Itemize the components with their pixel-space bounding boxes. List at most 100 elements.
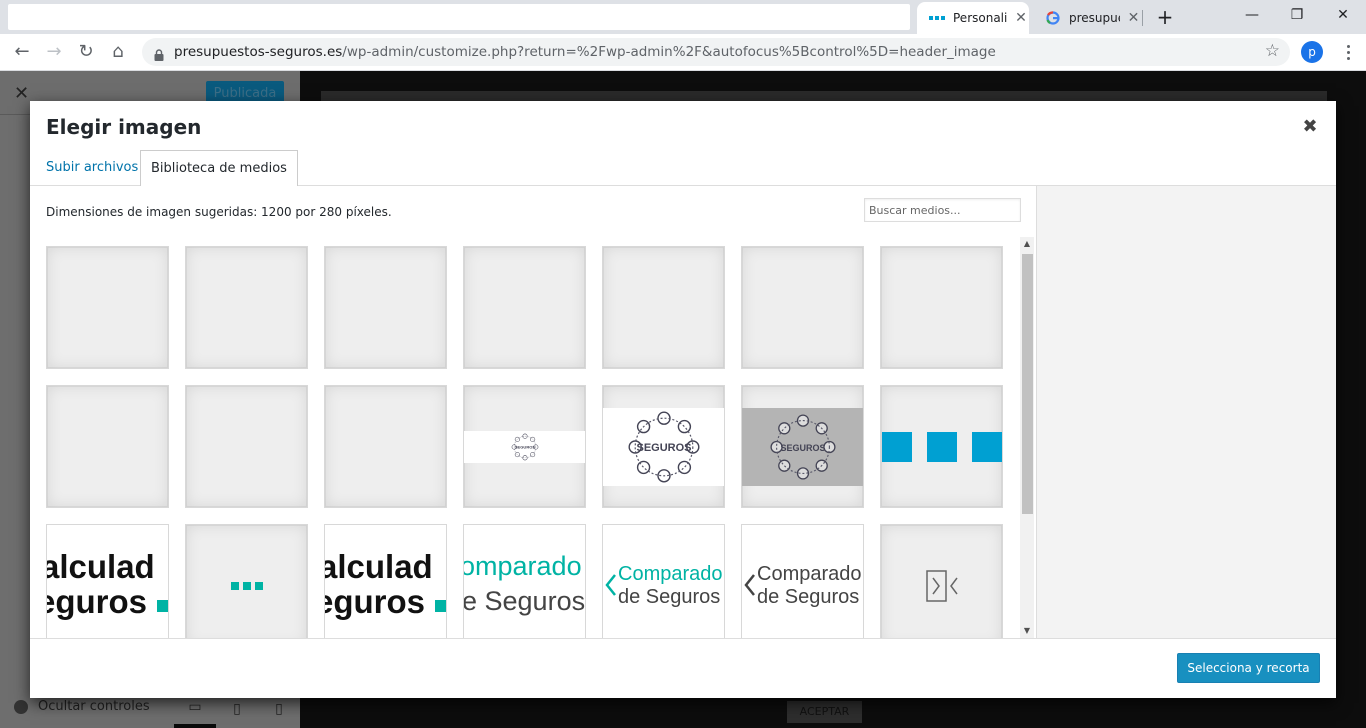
thumbnail-image [926,570,958,602]
back-icon[interactable]: ← [10,40,34,64]
thumbnail-image: omparado e Seguros [464,525,585,638]
close-tab-icon[interactable]: ✕ [1013,10,1029,26]
tab-site[interactable]: presupues ✕ [1033,2,1141,34]
select-and-crop-button[interactable]: Selecciona y recorta [1177,653,1320,683]
svg-text:Comparado: Comparado [618,563,723,585]
media-thumbnail[interactable] [46,246,169,369]
thumbnail-image: alculadeguros [47,525,168,638]
svg-text:eguros: eguros [325,583,425,620]
close-modal-icon[interactable]: ✖ [1294,111,1326,143]
svg-text:e Seguros: e Seguros [464,586,585,616]
modal-title: Elegir imagen [46,115,202,139]
media-thumbnail[interactable] [324,385,447,508]
media-router: Subir archivos Biblioteca de medios [30,150,1336,187]
scrollbar-thumb[interactable] [1022,254,1033,514]
attachment-details-sidebar [1036,186,1336,638]
image-dimensions-hint: Dimensiones de imagen sugeridas: 1200 po… [46,205,392,219]
thumbnail-image [742,247,864,369]
collapse-icon [14,699,28,714]
browser-titlebar: Personaliz ✕ presupues ✕ + — ❐ ✕ [0,0,1366,34]
browser-toolbar: ← → ↻ ⌂ presupuestos-seguros.es/wp-admin… [0,34,1366,71]
svg-text:de Seguros: de Seguros [618,586,720,608]
media-thumbnail[interactable] [602,246,725,369]
media-thumbnail[interactable] [741,246,864,369]
thumbnail-image [186,247,308,369]
tab-customizer[interactable]: Personaliz ✕ [917,2,1029,34]
svg-text:Comparado: Comparado [757,563,862,585]
media-thumbnail[interactable]: omparado e Seguros [463,524,586,638]
media-thumbnail[interactable]: Comparado de Seguros [741,524,864,638]
media-thumbnail[interactable] [46,385,169,508]
window-close-icon[interactable]: ✕ [1329,4,1357,26]
scroll-down-icon[interactable]: ▼ [1020,624,1034,638]
forward-icon[interactable]: → [42,40,66,64]
scrollbar[interactable]: ▲ ▼ [1020,237,1034,638]
new-tab-icon[interactable]: + [1155,6,1175,28]
thumbnail-image [47,247,169,369]
media-thumbnail[interactable] [880,385,1003,508]
media-thumbnail[interactable] [185,385,308,508]
address-bar[interactable]: presupuestos-seguros.es/wp-admin/customi… [142,38,1290,66]
profile-avatar[interactable]: p [1301,41,1323,63]
scroll-up-icon[interactable]: ▲ [1020,237,1034,251]
thumbnail-image: SEGUROS [603,408,724,486]
home-icon[interactable]: ⌂ [106,40,130,64]
media-thumbnail[interactable] [463,246,586,369]
svg-text:SEGUROS: SEGUROS [636,442,691,454]
wp-dots-icon [929,10,945,26]
tab-divider [1142,10,1143,26]
thumbnail-image [186,386,308,508]
thumbnail-image [325,386,447,508]
thumbnail-image: Comparadode Seguros [603,525,724,638]
svg-text:alculad: alculad [325,548,433,585]
thumbnail-image [603,247,725,369]
media-thumbnail[interactable]: alculad eguros [324,524,447,638]
media-thumbnail[interactable]: Comparado de Seguros [602,524,725,638]
media-thumbnail[interactable]: SEGUROS [463,385,586,508]
thumbnail-image [231,582,263,590]
tab-media-library[interactable]: Biblioteca de medios [140,150,298,187]
media-thumbnail[interactable] [880,524,1003,638]
media-thumbnail[interactable]: SEGUROS [741,385,864,508]
media-thumbnail[interactable] [880,246,1003,369]
restore-icon[interactable]: ❐ [1283,4,1311,26]
media-thumbnail[interactable] [324,246,447,369]
media-library-content: Dimensiones de imagen sugeridas: 1200 po… [30,186,1036,638]
accept-cookies-button[interactable]: ACEPTAR [787,701,862,723]
media-thumbnail[interactable] [185,246,308,369]
attachments-grid: SEGUROS SEGUROS SEGUROS alculad eguros alcula… [46,246,1020,638]
media-modal: Elegir imagen ✖ Subir archivos Bibliotec… [30,101,1336,698]
svg-text:eguros: eguros [47,583,147,620]
modal-toolbar: Selecciona y recorta [30,638,1336,698]
tab-search-bar[interactable] [8,4,910,30]
google-icon [1045,10,1061,26]
svg-text:SEGUROS: SEGUROS [515,444,536,449]
media-thumbnail[interactable] [185,524,308,638]
preview-header [321,91,1327,101]
thumbnail-image: SEGUROS [742,408,863,486]
thumbnail-image [882,432,1002,462]
svg-text:de Seguros: de Seguros [757,586,859,608]
tab-upload-files[interactable]: Subir archivos [36,150,148,186]
thumbnail-image: Comparadode Seguros [742,525,863,638]
tab-title: Personaliz [953,11,1007,25]
thumbnail-image [881,247,1003,369]
minimize-icon[interactable]: — [1238,4,1266,26]
svg-text:alculad: alculad [47,548,155,585]
thumbnail-image [47,386,169,508]
tab-title: presupues [1069,11,1120,25]
hide-controls-button[interactable]: Ocultar controles [14,699,150,714]
browser-menu-icon[interactable] [1340,41,1356,63]
search-media-input[interactable] [864,198,1021,222]
lock-icon [154,46,164,65]
media-thumbnail[interactable]: SEGUROS [602,385,725,508]
bookmark-star-icon[interactable]: ☆ [1265,41,1280,61]
svg-text:SEGUROS: SEGUROS [780,443,825,453]
thumbnail-image: SEGUROS [464,431,585,463]
thumbnail-image [464,247,586,369]
url-text: presupuestos-seguros.es/wp-admin/customi… [174,44,996,60]
reload-icon[interactable]: ↻ [74,40,98,64]
close-customizer-icon[interactable]: ✕ [14,83,29,104]
media-thumbnail[interactable]: alculad eguros [46,524,169,638]
close-tab-icon[interactable]: ✕ [1126,10,1141,26]
